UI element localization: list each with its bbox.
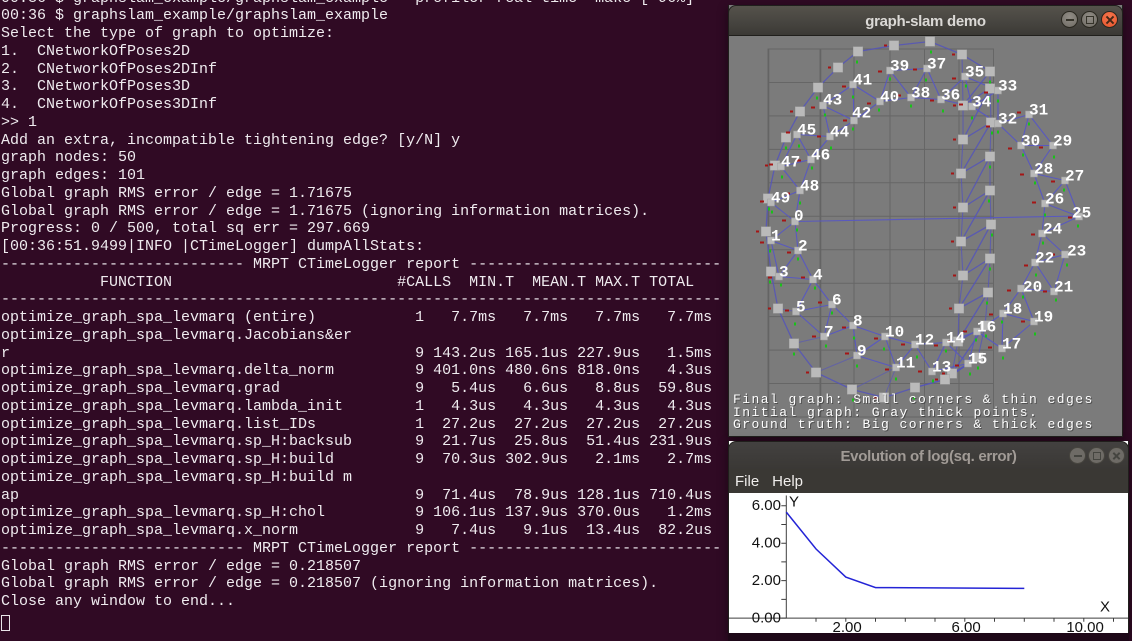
svg-text:28: 28	[1034, 161, 1053, 179]
svg-text:25: 25	[1072, 205, 1091, 223]
svg-text:32: 32	[998, 111, 1017, 129]
svg-text:36: 36	[941, 87, 960, 105]
svg-text:23: 23	[1067, 243, 1086, 261]
svg-text:10.00: 10.00	[1066, 619, 1104, 633]
svg-text:16: 16	[977, 319, 996, 337]
svg-text:9: 9	[857, 343, 867, 361]
svg-text:49: 49	[771, 190, 790, 208]
svg-text:8: 8	[853, 313, 863, 331]
svg-text:20: 20	[1023, 279, 1042, 297]
svg-text:Y: Y	[789, 494, 799, 511]
svg-text:24: 24	[1043, 221, 1063, 239]
svg-text:46: 46	[811, 147, 830, 165]
svg-text:22: 22	[1035, 250, 1054, 268]
svg-text:42: 42	[852, 105, 871, 123]
svg-text:10: 10	[885, 324, 904, 342]
svg-text:2: 2	[798, 238, 808, 256]
svg-text:29: 29	[1053, 133, 1072, 151]
svg-text:30: 30	[1021, 133, 1040, 151]
svg-text:15: 15	[968, 351, 987, 369]
svg-text:45: 45	[797, 122, 816, 140]
svg-text:19: 19	[1034, 309, 1053, 327]
svg-text:3: 3	[779, 264, 789, 282]
svg-text:2.00: 2.00	[752, 572, 781, 589]
svg-text:13: 13	[932, 359, 951, 377]
svg-text:5: 5	[796, 299, 806, 317]
svg-text:6.00: 6.00	[951, 619, 980, 633]
svg-text:37: 37	[927, 56, 946, 74]
svg-text:33: 33	[998, 78, 1017, 96]
svg-text:43: 43	[823, 92, 842, 110]
svg-text:2.00: 2.00	[832, 619, 861, 633]
svg-text:41: 41	[853, 72, 872, 90]
svg-text:18: 18	[1003, 301, 1022, 319]
svg-text:11: 11	[896, 355, 915, 373]
svg-text:X: X	[1100, 599, 1110, 616]
svg-text:0.00: 0.00	[752, 610, 781, 627]
svg-text:48: 48	[800, 178, 819, 196]
svg-text:34: 34	[972, 94, 992, 112]
svg-text:31: 31	[1029, 102, 1048, 120]
svg-text:40: 40	[880, 89, 899, 107]
svg-text:12: 12	[915, 332, 934, 350]
svg-text:38: 38	[911, 85, 930, 103]
svg-text:7: 7	[824, 324, 834, 342]
svg-text:27: 27	[1065, 168, 1084, 186]
svg-text:17: 17	[1002, 336, 1021, 354]
svg-text:4.00: 4.00	[752, 535, 781, 552]
svg-text:47: 47	[781, 154, 800, 172]
svg-text:39: 39	[890, 58, 909, 76]
svg-text:4: 4	[813, 267, 823, 285]
svg-text:21: 21	[1054, 279, 1073, 297]
svg-text:1: 1	[771, 228, 781, 246]
svg-text:0: 0	[794, 208, 804, 226]
svg-text:35: 35	[965, 64, 984, 82]
svg-text:44: 44	[830, 124, 850, 142]
svg-text:6: 6	[832, 292, 842, 310]
svg-text:6.00: 6.00	[752, 497, 781, 514]
svg-text:26: 26	[1045, 191, 1064, 209]
svg-text:14: 14	[946, 330, 966, 348]
